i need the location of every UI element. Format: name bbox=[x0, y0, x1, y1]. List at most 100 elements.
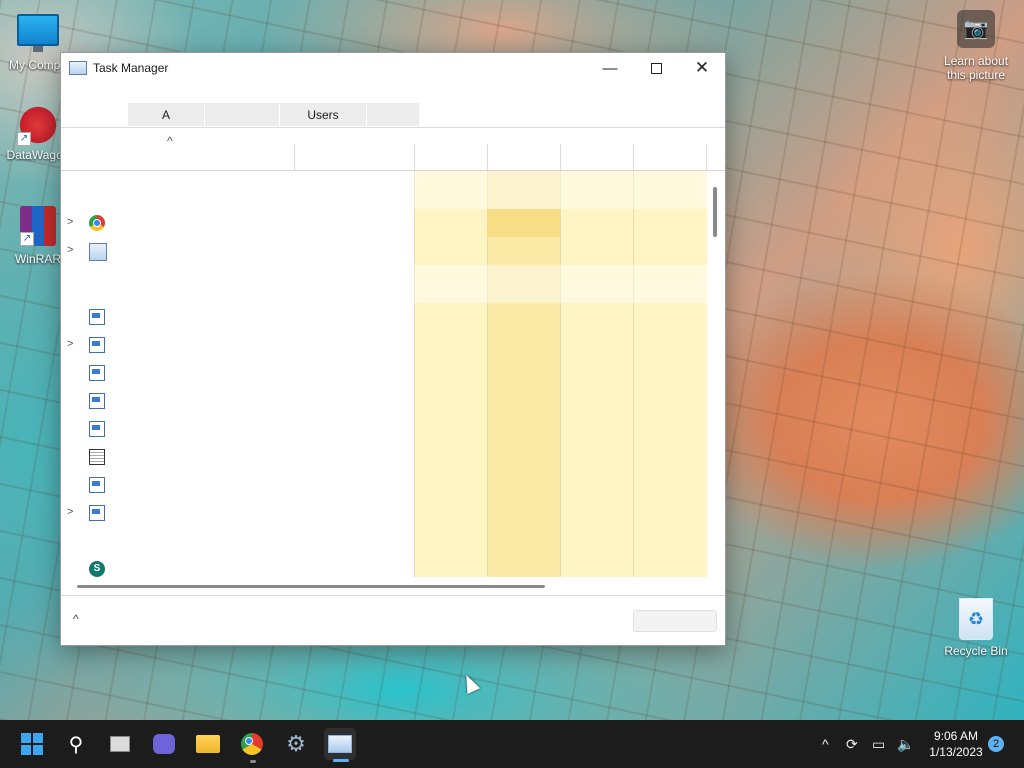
minimize-button[interactable]: — bbox=[587, 53, 633, 83]
chrome-icon bbox=[89, 215, 105, 231]
maximize-button[interactable] bbox=[633, 53, 679, 83]
table-row[interactable]: S bbox=[61, 555, 707, 577]
column-divider[interactable] bbox=[414, 144, 415, 170]
title-bar[interactable]: Task Manager — ✕ bbox=[61, 53, 725, 83]
minimize-icon: — bbox=[602, 59, 618, 77]
end-task-button[interactable] bbox=[633, 610, 717, 632]
desktop-icon-recycle-bin[interactable]: ♻ Recycle Bin bbox=[940, 598, 1012, 658]
expand-chevron-icon[interactable]: > bbox=[67, 506, 73, 518]
settings-button[interactable]: ⚙ bbox=[280, 728, 312, 760]
task-manager-icon bbox=[328, 735, 352, 753]
fewer-details-chevron-icon[interactable]: ^ bbox=[73, 612, 79, 626]
table-row[interactable]: > bbox=[61, 499, 707, 527]
network-status[interactable]: ▭ bbox=[872, 720, 885, 768]
chrome-icon bbox=[241, 733, 263, 755]
learn-about-picture[interactable]: 📷 Learn about this picture bbox=[936, 10, 1016, 82]
tab-users[interactable]: Users bbox=[280, 103, 367, 126]
tab-processes[interactable] bbox=[61, 103, 128, 126]
column-divider[interactable] bbox=[633, 144, 634, 170]
table-row[interactable]: > bbox=[61, 331, 707, 359]
maximize-icon bbox=[650, 62, 662, 74]
column-divider[interactable] bbox=[487, 144, 488, 170]
task-view-icon bbox=[110, 736, 130, 752]
teams-chat-icon bbox=[153, 734, 175, 754]
window-app-icon bbox=[89, 309, 105, 325]
column-divider[interactable] bbox=[294, 144, 295, 170]
menu-bar bbox=[61, 83, 725, 103]
clock-time: 9:06 AM bbox=[933, 729, 979, 743]
notepad-icon bbox=[89, 449, 105, 465]
computer-icon bbox=[17, 14, 59, 52]
window-title: Task Manager bbox=[93, 61, 169, 75]
clock-date: 1/13/2023 bbox=[929, 745, 983, 759]
task-manager-window: Task Manager — ✕ A Users ^ > > > > S ^ bbox=[60, 52, 726, 646]
section-header-row bbox=[61, 265, 707, 303]
tab-details[interactable] bbox=[367, 103, 420, 126]
horizontal-scrollbar[interactable] bbox=[77, 585, 545, 588]
shortcut-arrow-icon: ↗ bbox=[17, 132, 31, 146]
taskbar: ⚲ ⚙ ^ ⟳ ▭ 🔈 9:06 AM 1/13/2023 2 bbox=[0, 720, 1024, 768]
table-row[interactable]: > bbox=[61, 237, 707, 265]
vertical-scrollbar[interactable] bbox=[713, 187, 717, 237]
clock[interactable]: 9:06 AM 1/13/2023 bbox=[922, 728, 990, 760]
tab-performance[interactable]: A bbox=[128, 103, 205, 126]
datawagon-icon: ↗ bbox=[17, 104, 59, 146]
table-row[interactable] bbox=[61, 359, 707, 387]
chevron-up-icon: ^ bbox=[822, 736, 829, 752]
shortcut-arrow-icon: ↗ bbox=[20, 232, 34, 246]
sync-alert-icon: ⟳ bbox=[846, 735, 858, 752]
task-manager-icon bbox=[89, 243, 107, 261]
column-header-row: ^ bbox=[61, 128, 725, 171]
chat-button[interactable] bbox=[148, 728, 180, 760]
window-app-icon bbox=[89, 337, 105, 353]
window-app-icon bbox=[89, 421, 105, 437]
recycle-bin-icon: ♻ bbox=[959, 598, 993, 640]
file-explorer-icon bbox=[196, 735, 220, 753]
task-manager-icon bbox=[69, 61, 87, 75]
network-icon: ▭ bbox=[872, 735, 886, 752]
table-row[interactable] bbox=[61, 415, 707, 443]
table-row[interactable] bbox=[61, 303, 707, 331]
memory-cell-highlight bbox=[487, 209, 560, 237]
sort-ascending-icon[interactable]: ^ bbox=[167, 134, 173, 148]
sync-status[interactable]: ⟳ bbox=[846, 720, 858, 768]
settings-icon: ⚙ bbox=[286, 731, 306, 756]
sharepoint-icon: S bbox=[89, 561, 105, 577]
chrome-taskbar-button[interactable] bbox=[236, 728, 268, 760]
start-button[interactable] bbox=[16, 728, 48, 760]
learn-about-picture-label: Learn about this picture bbox=[943, 54, 1009, 82]
process-list: > > > > S bbox=[61, 171, 707, 577]
task-view-button[interactable] bbox=[104, 728, 136, 760]
tab-app-history[interactable] bbox=[205, 103, 280, 126]
expand-chevron-icon[interactable]: > bbox=[67, 216, 73, 228]
search-button[interactable]: ⚲ bbox=[60, 728, 92, 760]
close-icon: ✕ bbox=[694, 58, 710, 77]
active-app-indicator bbox=[333, 759, 349, 762]
file-explorer-button[interactable] bbox=[192, 728, 224, 760]
desktop-icon-label: Recycle Bin bbox=[944, 644, 1008, 658]
table-row[interactable] bbox=[61, 387, 707, 415]
window-app-icon bbox=[89, 393, 105, 409]
section-header-row bbox=[61, 171, 707, 209]
table-row[interactable]: > bbox=[61, 209, 707, 237]
camera-icon: 📷 bbox=[957, 10, 995, 48]
expand-chevron-icon[interactable]: > bbox=[67, 338, 73, 350]
window-app-icon bbox=[89, 365, 105, 381]
window-app-icon bbox=[89, 477, 105, 493]
task-manager-taskbar-button[interactable] bbox=[324, 728, 356, 760]
notification-badge[interactable]: 2 bbox=[988, 736, 1004, 752]
search-icon: ⚲ bbox=[68, 733, 84, 756]
column-divider[interactable] bbox=[706, 144, 707, 170]
start-icon bbox=[21, 733, 43, 755]
table-row[interactable] bbox=[61, 443, 707, 471]
winrar-icon: ↗ bbox=[20, 206, 56, 246]
column-divider[interactable] bbox=[560, 144, 561, 170]
close-button[interactable]: ✕ bbox=[679, 53, 725, 83]
window-footer: ^ bbox=[61, 595, 725, 645]
table-row[interactable] bbox=[61, 471, 707, 499]
volume-control[interactable]: 🔈 bbox=[897, 720, 914, 768]
expand-chevron-icon[interactable]: > bbox=[67, 244, 73, 256]
speaker-icon: 🔈 bbox=[897, 735, 915, 752]
tab-strip: A Users bbox=[61, 103, 725, 128]
show-hidden-icons-button[interactable]: ^ bbox=[822, 720, 829, 768]
